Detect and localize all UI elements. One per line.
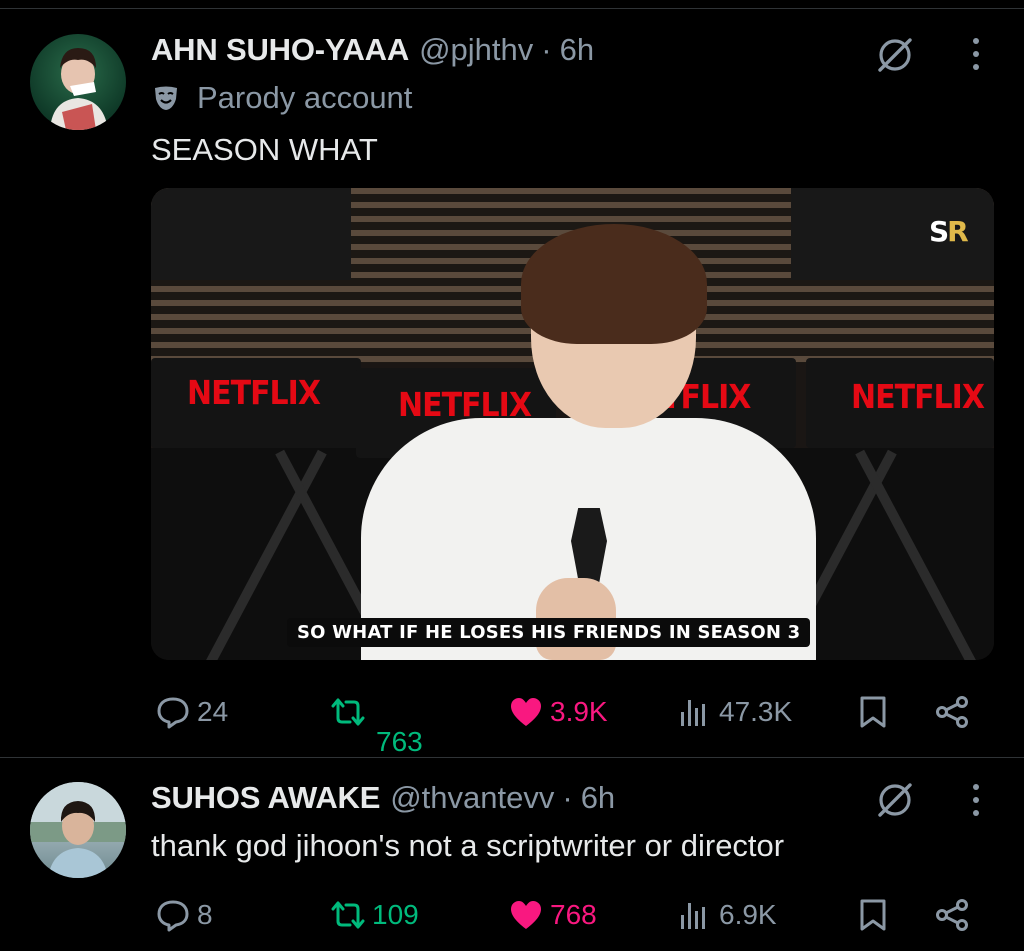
- share-icon[interactable]: [934, 897, 970, 933]
- grok-icon[interactable]: [873, 33, 917, 77]
- more-icon[interactable]: [970, 36, 982, 72]
- separator-dot: ·: [562, 780, 573, 815]
- author-row: SUHOS AWAKE @thvantevv · 6h: [151, 780, 615, 816]
- parody-mask-icon: [155, 86, 177, 110]
- views-icon: [681, 903, 705, 929]
- parody-label-text: Parody account: [197, 80, 413, 115]
- avatar-image: [30, 782, 126, 878]
- author-name[interactable]: SUHOS AWAKE: [151, 780, 380, 816]
- like-count: 3.9K: [550, 696, 608, 727]
- views-icon: [681, 700, 705, 726]
- views-button[interactable]: 47.3K: [677, 694, 792, 730]
- tweet-text: thank god jihoon's not a scriptwriter or…: [151, 828, 785, 863]
- like-button[interactable]: 3.9K: [508, 694, 608, 730]
- tweet-1[interactable]: AHN SUHO-YAAA @pjhthv · 6h Parody accoun…: [0, 0, 1024, 757]
- retweet-count-wrap: 763: [376, 726, 423, 758]
- timestamp[interactable]: 6h: [560, 32, 594, 68]
- netflix-chair-label: NETFLIX: [187, 374, 321, 413]
- person-hair: [521, 224, 707, 344]
- reply-icon: [157, 697, 189, 729]
- video-caption: SO WHAT IF HE LOSES HIS FRIENDS IN SEASO…: [287, 618, 811, 647]
- views-count: 6.9K: [719, 899, 777, 930]
- like-icon: [511, 901, 541, 929]
- avatar-image: [50, 48, 108, 130]
- retweet-button[interactable]: [330, 694, 366, 730]
- like-count: 768: [550, 899, 597, 930]
- avatar[interactable]: [30, 782, 126, 878]
- author-row: AHN SUHO-YAAA @pjhthv · 6h: [151, 32, 594, 68]
- sr-watermark-logo: SR: [929, 215, 969, 248]
- reply-icon: [157, 900, 189, 932]
- backdrop-panel-left: [151, 188, 351, 280]
- views-count: 47.3K: [719, 696, 793, 727]
- retweet-count: 109: [372, 899, 419, 930]
- retweet-count: 763: [376, 726, 423, 757]
- bookmark-icon[interactable]: [855, 897, 891, 933]
- netflix-chair-label: NETFLIX: [851, 378, 985, 417]
- retweet-icon: [331, 901, 365, 929]
- reply-count: 8: [197, 899, 213, 930]
- retweet-icon: [331, 698, 365, 726]
- bookmark-icon[interactable]: [855, 694, 891, 730]
- grok-icon[interactable]: [873, 778, 917, 822]
- author-handle[interactable]: @pjhthv: [419, 32, 533, 68]
- reply-button[interactable]: 24: [155, 694, 228, 730]
- avatar[interactable]: [30, 34, 126, 130]
- views-button[interactable]: 6.9K: [677, 897, 777, 933]
- like-button[interactable]: 768: [508, 897, 597, 933]
- video-thumbnail[interactable]: NETFLIX NETFLIX TFLIX NETFLIX SR SO WHAT…: [151, 188, 994, 660]
- like-icon: [511, 698, 541, 726]
- timestamp[interactable]: 6h: [581, 780, 615, 816]
- tweet-text: SEASON WHAT: [151, 132, 378, 167]
- more-icon[interactable]: [970, 782, 982, 818]
- separator-dot: ·: [541, 32, 552, 67]
- author-name[interactable]: AHN SUHO-YAAA: [151, 32, 409, 68]
- author-handle[interactable]: @thvantevv: [390, 780, 554, 816]
- retweet-button[interactable]: 109: [330, 897, 419, 933]
- share-icon[interactable]: [934, 694, 970, 730]
- parody-label: Parody account: [151, 80, 412, 116]
- reply-count: 24: [197, 696, 229, 727]
- reply-button[interactable]: 8: [155, 897, 213, 933]
